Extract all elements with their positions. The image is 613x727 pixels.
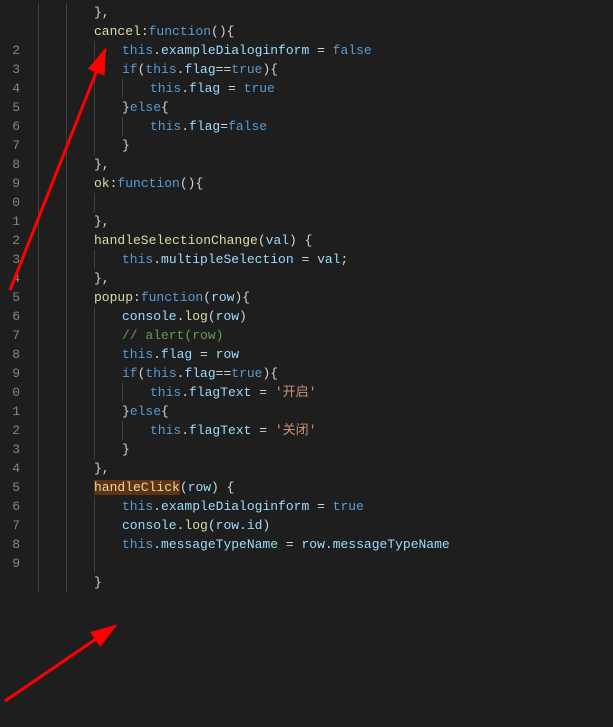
line-number: 3 (0, 60, 20, 79)
code-line[interactable]: if(this.flag==true){ (38, 364, 613, 383)
annotation-arrow-bottom (0, 591, 130, 727)
code-line[interactable]: } (38, 573, 613, 592)
code-line[interactable]: this.flagText = '开启' (38, 383, 613, 402)
code-text: }else{ (38, 404, 169, 419)
code-line[interactable]: }else{ (38, 402, 613, 421)
code-content-area[interactable]: }, cancel:function(){ this.exampleDialogin… (30, 0, 613, 591)
line-number: 4 (0, 269, 20, 288)
code-text: }, (38, 5, 110, 20)
code-text (38, 195, 122, 210)
line-number: 1 (0, 212, 20, 231)
line-number: 7 (0, 516, 20, 535)
line-number: 4 (0, 459, 20, 478)
code-text: this.exampleDialoginform = true (38, 499, 364, 514)
code-line[interactable]: this.exampleDialoginform = true (38, 497, 613, 516)
code-line[interactable]: // alert(row) (38, 326, 613, 345)
code-line[interactable]: }, (38, 269, 613, 288)
code-text: if(this.flag==true){ (38, 366, 278, 381)
line-number-gutter: 2345678901234567890123456789 (0, 0, 30, 591)
code-text: }else{ (38, 100, 169, 115)
line-number: 3 (0, 250, 20, 269)
code-text: this.exampleDialoginform = false (38, 43, 372, 58)
code-line[interactable]: }, (38, 155, 613, 174)
code-line[interactable] (38, 554, 613, 573)
code-line[interactable]: console.log(row) (38, 307, 613, 326)
code-text (38, 556, 122, 571)
code-text: console.log(row.id) (38, 518, 270, 533)
line-number (0, 22, 20, 41)
code-line[interactable]: } (38, 440, 613, 459)
line-number: 1 (0, 402, 20, 421)
line-number (0, 592, 20, 611)
code-line[interactable]: this.exampleDialoginform = false (38, 41, 613, 60)
line-number: 4 (0, 79, 20, 98)
line-number: 5 (0, 478, 20, 497)
code-line[interactable]: handleClick(row) { (38, 478, 613, 497)
line-number: 9 (0, 364, 20, 383)
line-number: 0 (0, 383, 20, 402)
code-line[interactable]: console.log(row.id) (38, 516, 613, 535)
code-line[interactable]: popup:function(row){ (38, 288, 613, 307)
line-number: 8 (0, 345, 20, 364)
line-number: 0 (0, 193, 20, 212)
line-number: 7 (0, 136, 20, 155)
code-line[interactable]: this.flag = row (38, 345, 613, 364)
code-line[interactable]: this.flag = true (38, 79, 613, 98)
code-line[interactable]: handleSelectionChange(val) { (38, 231, 613, 250)
line-number: 7 (0, 326, 20, 345)
code-line[interactable]: } (38, 136, 613, 155)
code-line[interactable]: this.flag=false (38, 117, 613, 136)
code-text: if(this.flag==true){ (38, 62, 278, 77)
line-number: 2 (0, 231, 20, 250)
line-number: 3 (0, 440, 20, 459)
code-line[interactable]: }, (38, 212, 613, 231)
line-number: 8 (0, 155, 20, 174)
line-number: 5 (0, 98, 20, 117)
line-number: 2 (0, 41, 20, 60)
code-text: this.multipleSelection = val; (38, 252, 348, 267)
line-number: 6 (0, 117, 20, 136)
code-line[interactable]: ok:function(){ (38, 174, 613, 193)
code-line[interactable]: }else{ (38, 98, 613, 117)
code-editor[interactable]: 2345678901234567890123456789 },cancel:fu… (0, 0, 613, 591)
code-line[interactable]: this.multipleSelection = val; (38, 250, 613, 269)
code-text: this.flag=false (38, 119, 267, 134)
code-line[interactable]: this.flagText = '关闭' (38, 421, 613, 440)
line-number: 8 (0, 535, 20, 554)
code-text: handleSelectionChange(val) { (38, 233, 312, 248)
code-text: this.flagText = '关闭' (38, 423, 316, 438)
line-number: 6 (0, 307, 20, 326)
code-text: this.messageTypeName = row.messageTypeNa… (38, 537, 450, 552)
code-text: }, (38, 214, 110, 229)
code-text: }, (38, 271, 110, 286)
code-text: }, (38, 157, 110, 172)
code-text: handleClick(row) { (38, 480, 234, 495)
line-number (0, 3, 20, 22)
code-line[interactable]: if(this.flag==true){ (38, 60, 613, 79)
line-number: 5 (0, 288, 20, 307)
line-number: 9 (0, 174, 20, 193)
code-line[interactable]: }, (38, 459, 613, 478)
code-text: this.flagText = '开启' (38, 385, 316, 400)
code-text: } (38, 138, 130, 153)
code-line[interactable]: this.messageTypeName = row.messageTypeNa… (38, 535, 613, 554)
code-text: ok:function(){ (38, 176, 203, 191)
code-line[interactable] (38, 193, 613, 212)
code-line[interactable]: }, (38, 3, 613, 22)
line-number (0, 573, 20, 592)
code-line[interactable]: cancel:function(){ (38, 22, 613, 41)
code-text: this.flag = row (38, 347, 239, 362)
line-number: 6 (0, 497, 20, 516)
code-text: popup:function(row){ (38, 290, 250, 305)
code-text: console.log(row) (38, 309, 247, 324)
code-text: this.flag = true (38, 81, 275, 96)
code-text: } (38, 442, 130, 457)
code-text: } (38, 575, 102, 590)
code-text: }, (38, 461, 110, 476)
code-text: cancel:function(){ (38, 24, 234, 39)
line-number: 9 (0, 554, 20, 573)
line-number: 2 (0, 421, 20, 440)
